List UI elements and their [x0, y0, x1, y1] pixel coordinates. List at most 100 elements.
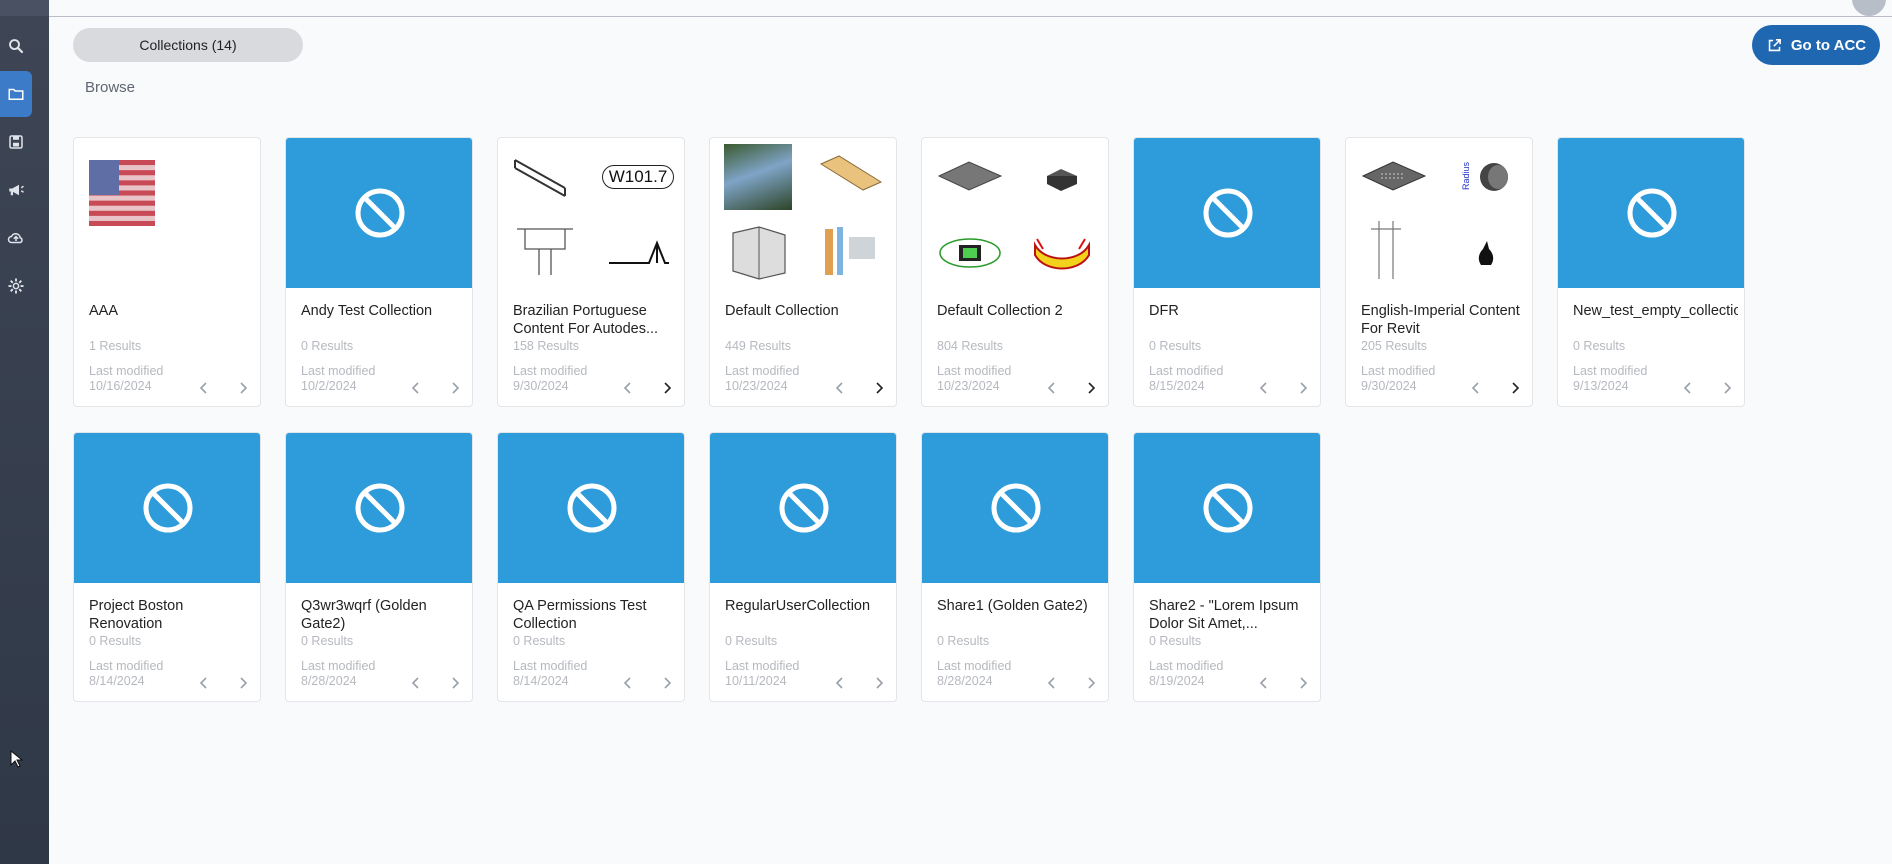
- card-prev-button[interactable]: [406, 378, 426, 398]
- card-results-count: 0 Results: [1149, 339, 1202, 353]
- thumbnail-image: [1018, 142, 1106, 211]
- card-last-modified-date: 9/30/2024: [1361, 379, 1417, 393]
- card-next-button[interactable]: [1293, 673, 1313, 693]
- collection-card[interactable]: Default Collection 2 804 Results Last mo…: [921, 137, 1109, 407]
- card-last-modified-label: Last modified: [513, 364, 588, 378]
- chevron-right-icon: [1088, 382, 1096, 394]
- card-title: Andy Test Collection: [301, 303, 433, 319]
- card-thumbnail: [710, 433, 896, 583]
- card-results-count: 1 Results: [89, 339, 142, 353]
- chevron-right-icon: [1088, 677, 1096, 689]
- card-prev-button[interactable]: [1678, 378, 1698, 398]
- card-prev-button[interactable]: [830, 378, 850, 398]
- card-prev-button[interactable]: [1254, 673, 1274, 693]
- sidebar-item-upload[interactable]: [0, 215, 32, 261]
- chevron-right-icon: [240, 677, 248, 689]
- card-title: QA Permissions Test Collection: [513, 598, 647, 632]
- unavailable-icon: [143, 483, 193, 533]
- card-next-button[interactable]: [1081, 378, 1101, 398]
- tab-collections[interactable]: Collections (14): [73, 28, 303, 62]
- collection-card[interactable]: Share1 (Golden Gate2) 0 Results Last mod…: [921, 432, 1109, 702]
- card-last-modified-date: 8/28/2024: [301, 674, 357, 688]
- card-prev-button[interactable]: [618, 673, 638, 693]
- card-results-count: 0 Results: [301, 339, 354, 353]
- card-prev-button[interactable]: [194, 378, 214, 398]
- chevron-left-icon: [1471, 382, 1479, 394]
- card-results-count: 0 Results: [513, 634, 566, 648]
- collection-card[interactable]: QA Permissions Test Collection 0 Results…: [497, 432, 685, 702]
- card-thumbnail: [922, 433, 1108, 583]
- card-thumbnail: [1558, 138, 1744, 288]
- card-next-button[interactable]: [1081, 673, 1101, 693]
- collection-card[interactable]: RegularUserCollection 0 Results Last mod…: [709, 432, 897, 702]
- card-last-modified-label: Last modified: [301, 364, 376, 378]
- card-prev-button[interactable]: [1254, 378, 1274, 398]
- card-next-button[interactable]: [445, 378, 465, 398]
- unavailable-icon: [355, 483, 405, 533]
- card-last-modified-date: 10/2/2024: [301, 379, 357, 393]
- card-results-count: 0 Results: [937, 634, 990, 648]
- card-title: Project Boston Renovation: [89, 598, 184, 632]
- card-next-button[interactable]: [657, 673, 677, 693]
- card-prev-button[interactable]: [1466, 378, 1486, 398]
- card-thumbnail: Radius: [1346, 138, 1532, 288]
- card-prev-button[interactable]: [1042, 378, 1062, 398]
- avatar[interactable]: [1852, 0, 1886, 16]
- chevron-left-icon: [623, 677, 631, 689]
- collection-card[interactable]: Default Collection 449 Results Last modi…: [709, 137, 897, 407]
- thumbnail-image: [502, 215, 590, 284]
- collection-card[interactable]: Share2 - "Lorem Ipsum Dolor Sit Amet,...…: [1133, 432, 1321, 702]
- collection-card[interactable]: New_test_empty_collection 0 Results Last…: [1557, 137, 1745, 407]
- sidebar-item-saved[interactable]: [0, 119, 32, 165]
- collection-card[interactable]: Project Boston Renovation 0 Results Last…: [73, 432, 261, 702]
- folder-icon: [8, 88, 24, 100]
- gear-icon: [8, 278, 24, 294]
- card-next-button[interactable]: [657, 378, 677, 398]
- sidebar-item-collections[interactable]: [0, 71, 32, 117]
- card-thumbnail: [286, 433, 472, 583]
- collection-card[interactable]: Radius English-Imperial Content For Revit…: [1345, 137, 1533, 407]
- card-thumbnail: [74, 433, 260, 583]
- thumbnail-image: [594, 215, 682, 284]
- card-next-button[interactable]: [869, 378, 889, 398]
- thumb-label: Radius: [1461, 162, 1471, 191]
- card-prev-button[interactable]: [618, 378, 638, 398]
- card-results-count: 0 Results: [1149, 634, 1202, 648]
- card-next-button[interactable]: [869, 673, 889, 693]
- unavailable-icon: [1203, 188, 1253, 238]
- sidebar: [0, 0, 49, 864]
- collection-card[interactable]: DFR 0 Results Last modified 8/15/2024: [1133, 137, 1321, 407]
- chevron-left-icon: [835, 382, 843, 394]
- card-next-button[interactable]: [445, 673, 465, 693]
- thumbnail-image: [806, 215, 894, 284]
- card-prev-button[interactable]: [830, 673, 850, 693]
- card-results-count: 158 Results: [513, 339, 580, 353]
- cloud-upload-icon: [7, 232, 23, 244]
- collection-card[interactable]: Andy Test Collection 0 Results Last modi…: [285, 137, 473, 407]
- card-prev-button[interactable]: [1042, 673, 1062, 693]
- collection-card[interactable]: AAA 1 Results Last modified 10/16/2024: [73, 137, 261, 407]
- card-title: Share1 (Golden Gate2): [937, 598, 1088, 614]
- card-last-modified-label: Last modified: [937, 364, 1012, 378]
- card-last-modified-label: Last modified: [725, 364, 800, 378]
- card-last-modified-label: Last modified: [513, 659, 588, 673]
- card-results-count: 0 Results: [725, 634, 778, 648]
- collection-card[interactable]: Q3wr3wqrf (Golden Gate2) 0 Results Last …: [285, 432, 473, 702]
- sidebar-item-search[interactable]: [0, 23, 32, 69]
- card-last-modified-label: Last modified: [1149, 659, 1224, 673]
- card-prev-button[interactable]: [406, 673, 426, 693]
- go-to-acc-button[interactable]: Go to ACC: [1752, 25, 1880, 65]
- thumbnail-image: [926, 215, 1014, 284]
- card-next-button[interactable]: [1293, 378, 1313, 398]
- card-last-modified-date: 10/23/2024: [725, 379, 788, 393]
- card-next-button[interactable]: [233, 673, 253, 693]
- card-next-button[interactable]: [1505, 378, 1525, 398]
- sidebar-item-announcements[interactable]: [0, 167, 32, 213]
- card-prev-button[interactable]: [194, 673, 214, 693]
- collection-card[interactable]: W101.7 Brazilian Portuguese Content For A…: [497, 137, 685, 407]
- card-next-button[interactable]: [1717, 378, 1737, 398]
- card-next-button[interactable]: [233, 378, 253, 398]
- unavailable-icon: [355, 188, 405, 238]
- sidebar-top-strip: [0, 0, 49, 16]
- sidebar-item-settings[interactable]: [0, 263, 32, 309]
